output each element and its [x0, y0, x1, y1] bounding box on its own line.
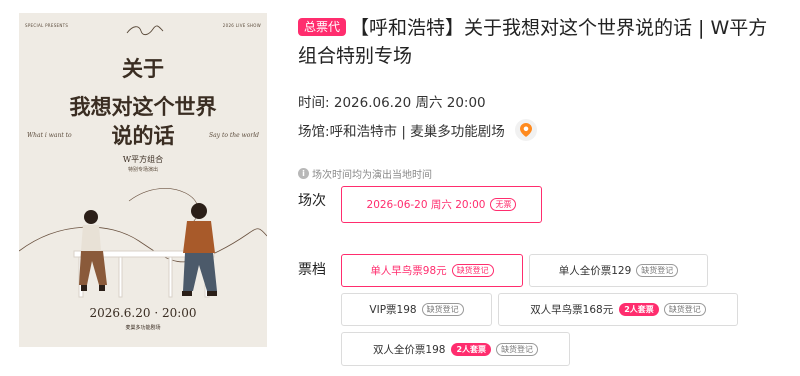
event-title: 【呼和浩特】关于我想对这个世界说的话 | W平方组合特别专场	[298, 17, 768, 67]
event-title-block: 总票代 【呼和浩特】关于我想对这个世界说的话 | W平方组合特别专场	[298, 14, 778, 70]
price-tier-label: 票档	[298, 262, 326, 278]
time-value: 2026.06.20 周六 20:00	[333, 95, 486, 111]
session-datetime: 2026-06-20 周六 20:00	[366, 199, 486, 211]
ticket-name: 单人早鸟票98元	[370, 265, 447, 277]
poster-date: 2026.6.20 · 20:00	[89, 306, 197, 320]
poster-subtitle-2: 特别专场演出	[127, 167, 158, 173]
notice-text: 场次时间均为演出当地时间	[312, 170, 432, 181]
session-label: 场次	[298, 193, 326, 209]
venue-label: 场馆:	[298, 124, 330, 140]
ticket-name: 双人全价票198	[372, 343, 446, 356]
event-venue-row: 场馆: 呼和浩特市 | 麦巢多功能剧场	[298, 119, 537, 141]
poster-live-show: 2026 LIVE SHOW	[222, 23, 261, 28]
venue-value: 呼和浩特市 | 麦巢多功能剧场	[329, 124, 505, 140]
ticket-name: VIP票198	[369, 304, 417, 316]
bundle-badge: 2人套票	[451, 342, 492, 356]
ticket-option[interactable]: 单人早鸟票98元 缺货登记	[341, 254, 523, 287]
location-pin-icon[interactable]	[514, 119, 537, 141]
ticket-option[interactable]: 双人全价票198 2人套票 缺货登记	[341, 332, 570, 366]
bundle-badge: 2人套票	[619, 303, 659, 316]
ticket-option[interactable]: 单人全价票129 缺货登记	[529, 254, 708, 287]
stock-register-tag: 缺货登记	[451, 264, 494, 277]
squiggle-icon	[126, 25, 164, 36]
poster-subtitle: W平方组合	[122, 155, 164, 164]
stock-register-tag: 缺货登记	[636, 264, 679, 277]
stock-register-tag: 缺货登记	[421, 303, 464, 316]
stock-register-tag: 缺货登记	[663, 303, 706, 316]
poster-script-right: Say to the world	[208, 132, 259, 139]
agent-badge: 总票代	[298, 18, 347, 36]
time-label: 时间:	[298, 95, 330, 111]
session-status-tag: 无票	[490, 198, 517, 211]
ticket-name: 单人全价票129	[558, 265, 632, 277]
poster-venue: 麦巢多功能剧场	[125, 325, 161, 331]
poster-title-line2: 我想对这个世界	[69, 94, 217, 119]
poster-title-line1: 关于	[122, 56, 164, 81]
stock-register-tag: 缺货登记	[496, 342, 539, 356]
event-time-row: 时间: 2026.06.20 周六 20:00	[298, 91, 486, 111]
ticket-option[interactable]: VIP票198 缺货登记	[341, 293, 492, 326]
poster-illustration	[19, 188, 267, 298]
session-option[interactable]: 2026-06-20 周六 20:00 无票	[341, 186, 542, 223]
info-icon: i	[298, 168, 309, 179]
poster-script-left: What i want to	[27, 132, 72, 139]
event-poster: SPECIAL PRESENTS 2026 LIVE SHOW 关于 我想对这个…	[19, 13, 267, 347]
ticket-option[interactable]: 双人早鸟票168元 2人套票 缺货登记	[498, 293, 738, 326]
timezone-notice: i 场次时间均为演出当地时间	[298, 166, 432, 181]
poster-presents: SPECIAL PRESENTS	[25, 23, 69, 28]
ticket-name: 双人早鸟票168元	[530, 304, 614, 316]
